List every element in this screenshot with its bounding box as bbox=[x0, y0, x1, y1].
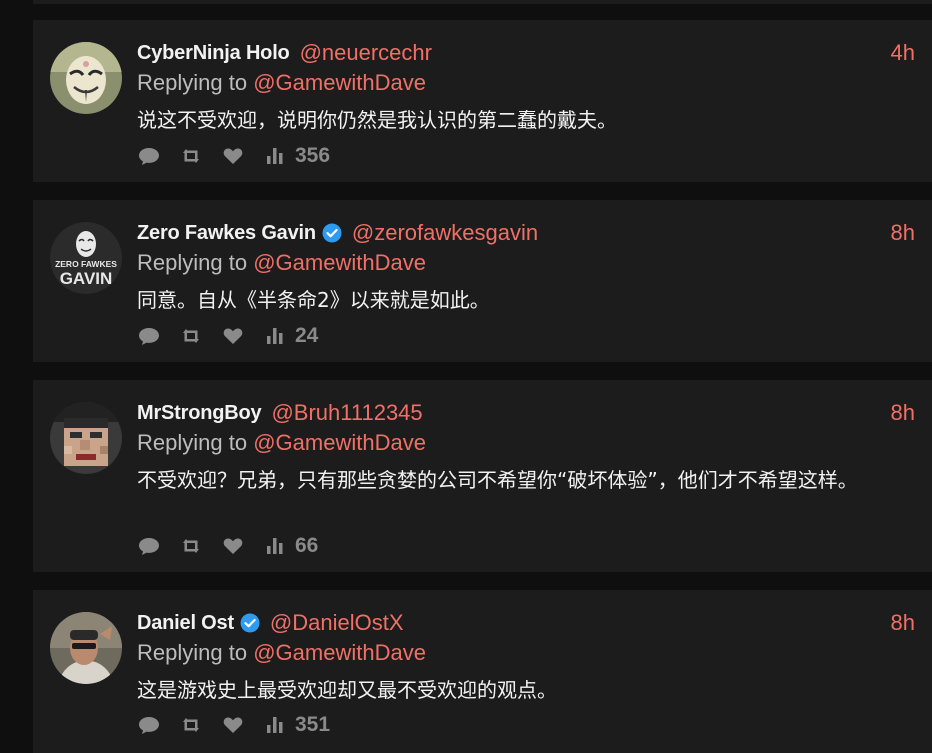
replying-to: Replying to @GamewithDave bbox=[137, 249, 426, 277]
heart-icon[interactable] bbox=[221, 713, 245, 737]
replying-to-label: Replying to bbox=[137, 250, 248, 275]
bar-chart-icon[interactable] bbox=[263, 144, 287, 168]
pixelated-face-avatar-icon bbox=[50, 402, 122, 474]
tweet-text: 说这不受欢迎，说明你仍然是我认识的第二蠢的戴夫。 bbox=[137, 108, 617, 132]
replying-to-label: Replying to bbox=[137, 430, 248, 455]
replying-to-label: Replying to bbox=[137, 70, 248, 95]
tweet-card[interactable]: ZERO FAWKES GAVIN Zero Fawkes Gavin @zer… bbox=[33, 200, 932, 362]
replying-to-label: Replying to bbox=[137, 640, 248, 665]
avatar[interactable] bbox=[50, 42, 122, 114]
tweet-header: CyberNinja Holo @neuercechr bbox=[137, 38, 432, 68]
avatar[interactable] bbox=[50, 402, 122, 474]
author-handle[interactable]: @DanielOstX bbox=[270, 610, 404, 636]
tweet-card[interactable]: MrStrongBoy @Bruh1112345 8h Replying to … bbox=[33, 380, 932, 572]
tweet-card[interactable]: Daniel Ost @DanielOstX 8h Replying to @G… bbox=[33, 590, 932, 753]
view-count: 24 bbox=[295, 324, 319, 347]
replying-to-handle[interactable]: @GamewithDave bbox=[253, 640, 426, 665]
heart-icon[interactable] bbox=[221, 144, 245, 168]
tweet-feed: CyberNinja Holo @neuercechr 4h Replying … bbox=[0, 0, 932, 753]
tweet-text: 不受欢迎？兄弟，只有那些贪婪的公司不希望你“破坏体验”，他们才不希望这样。 bbox=[137, 468, 858, 492]
guy-fawkes-mask-avatar-icon bbox=[50, 42, 122, 114]
view-count: 356 bbox=[295, 144, 331, 167]
reply-icon[interactable] bbox=[137, 713, 161, 737]
retweet-icon[interactable] bbox=[179, 534, 203, 558]
previous-tweet-edge bbox=[33, 0, 932, 4]
tweet-actions: 66 bbox=[137, 532, 318, 560]
bar-chart-icon[interactable] bbox=[263, 534, 287, 558]
tweet-timestamp[interactable]: 8h bbox=[891, 398, 915, 428]
view-count: 351 bbox=[295, 713, 331, 736]
tweet-actions: 356 bbox=[137, 142, 330, 170]
author-name[interactable]: CyberNinja Holo bbox=[137, 42, 290, 65]
tweet-card[interactable]: CyberNinja Holo @neuercechr 4h Replying … bbox=[33, 20, 932, 182]
tweet-header: Zero Fawkes Gavin @zerofawkesgavin bbox=[137, 218, 538, 248]
avatar[interactable] bbox=[50, 612, 122, 684]
replying-to: Replying to @GamewithDave bbox=[137, 429, 426, 457]
replying-to-handle[interactable]: @GamewithDave bbox=[253, 430, 426, 455]
tweet-timestamp[interactable]: 8h bbox=[891, 608, 915, 638]
author-name[interactable]: Daniel Ost bbox=[137, 612, 234, 635]
author-handle[interactable]: @Bruh1112345 bbox=[271, 400, 422, 426]
view-count: 66 bbox=[295, 534, 319, 557]
verified-badge-icon bbox=[240, 613, 260, 633]
svg-text:ZERO FAWKES: ZERO FAWKES bbox=[55, 259, 117, 269]
replying-to: Replying to @GamewithDave bbox=[137, 69, 426, 97]
tweet-actions: 351 bbox=[137, 711, 330, 739]
author-name[interactable]: MrStrongBoy bbox=[137, 402, 262, 425]
reply-icon[interactable] bbox=[137, 324, 161, 348]
svg-text:GAVIN: GAVIN bbox=[60, 269, 113, 288]
zero-fawkes-gavin-logo-avatar-icon: ZERO FAWKES GAVIN bbox=[50, 222, 122, 294]
tweet-text: 同意。自从《半条命2》以来就是如此。 bbox=[137, 288, 490, 312]
tweet-header: MrStrongBoy @Bruh1112345 bbox=[137, 398, 423, 428]
tweet-actions: 24 bbox=[137, 322, 318, 350]
tweet-header: Daniel Ost @DanielOstX bbox=[137, 608, 404, 638]
retweet-icon[interactable] bbox=[179, 713, 203, 737]
reply-icon[interactable] bbox=[137, 144, 161, 168]
heart-icon[interactable] bbox=[221, 534, 245, 558]
retweet-icon[interactable] bbox=[179, 144, 203, 168]
bar-chart-icon[interactable] bbox=[263, 324, 287, 348]
bar-chart-icon[interactable] bbox=[263, 713, 287, 737]
replying-to: Replying to @GamewithDave bbox=[137, 639, 426, 667]
tweet-timestamp[interactable]: 8h bbox=[891, 218, 915, 248]
verified-badge-icon bbox=[322, 223, 342, 243]
heart-icon[interactable] bbox=[221, 324, 245, 348]
replying-to-handle[interactable]: @GamewithDave bbox=[253, 250, 426, 275]
reply-icon[interactable] bbox=[137, 534, 161, 558]
author-handle[interactable]: @zerofawkesgavin bbox=[352, 220, 538, 246]
tweet-text: 这是游戏史上最受欢迎却又最不受欢迎的观点。 bbox=[137, 678, 557, 702]
person-photo-avatar-icon bbox=[50, 612, 122, 684]
author-name[interactable]: Zero Fawkes Gavin bbox=[137, 222, 316, 245]
avatar[interactable]: ZERO FAWKES GAVIN bbox=[50, 222, 122, 294]
replying-to-handle[interactable]: @GamewithDave bbox=[253, 70, 426, 95]
retweet-icon[interactable] bbox=[179, 324, 203, 348]
author-handle[interactable]: @neuercechr bbox=[300, 40, 432, 66]
tweet-timestamp[interactable]: 4h bbox=[891, 38, 915, 68]
